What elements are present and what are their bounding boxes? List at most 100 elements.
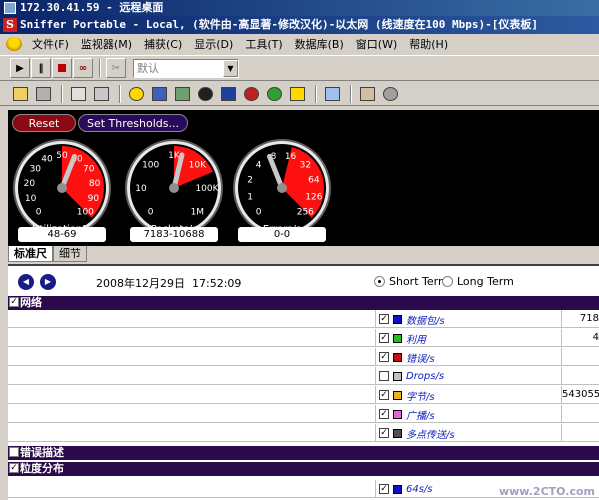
menu-display[interactable]: 显示(D) [188, 36, 239, 52]
gauge-tick-label: 16 [285, 152, 297, 162]
gauge-tick-label: 1M [191, 207, 205, 217]
previous-button[interactable]: ◀ [18, 274, 34, 290]
rdp-title: 172.30.41.59 - 远程桌面 [20, 1, 164, 14]
arrow-right-icon: ▶ [44, 277, 52, 286]
dashboard-icon [129, 86, 144, 101]
global-statistics-icon [267, 86, 282, 101]
metric-value [561, 405, 599, 423]
metric-checkbox[interactable]: ✓ [379, 390, 389, 400]
gauge-tick-label: 4 [256, 161, 262, 171]
binoculars-button[interactable]: ∞ [73, 58, 93, 78]
pause-button[interactable]: ‖ [31, 58, 51, 78]
next-button[interactable]: ▶ [40, 274, 56, 290]
metric-row: ✓ 字节/s 543055 [8, 386, 599, 404]
application-response-icon [198, 86, 213, 101]
application-response-button[interactable] [195, 83, 216, 104]
app-title-bar[interactable]: S Sniffer Portable - Local, (软件由-高显著-修改汉… [0, 16, 599, 34]
menu-window[interactable]: 窗口(W) [350, 36, 403, 52]
metric-color-swatch [393, 333, 402, 343]
metric-checkbox[interactable]: ✓ [379, 409, 389, 419]
pointer-icon [325, 86, 340, 101]
menu-file[interactable]: 文件(F) [26, 36, 75, 52]
network-checkbox[interactable]: ✓ [9, 297, 19, 307]
current-date: 2008年12月29日 17:52:09 [96, 275, 241, 291]
history-button[interactable] [218, 83, 239, 104]
rdp-title-bar[interactable]: 172.30.41.59 - 远程桌面 [0, 0, 599, 16]
metric-legend-cell: ✓ 利用 [375, 329, 561, 347]
toolbar-separator [119, 84, 121, 103]
toolbar-separator [315, 84, 317, 103]
packets-gauge: 0101001K10K100K1MPackets/s [125, 139, 223, 237]
gauge-tick-label: 126 [305, 193, 322, 203]
reset-button[interactable]: Reset [12, 114, 76, 132]
menu-database[interactable]: 数据库(B) [289, 36, 350, 52]
alarm-log-button[interactable] [287, 83, 308, 104]
metric-row: Drops/s [8, 367, 599, 385]
metric-legend-cell: ✓ 多点传送/s [375, 424, 561, 442]
time-value: 17:52:09 [192, 277, 242, 290]
set-thresholds-button[interactable]: Set Thresholds... [78, 114, 188, 132]
host-table-button[interactable] [149, 83, 170, 104]
metric-checkbox[interactable] [379, 371, 389, 381]
no-entry-button[interactable] [380, 83, 401, 104]
protocol-distribution-button[interactable] [241, 83, 262, 104]
sniffer-app-icon[interactable]: S [3, 18, 17, 32]
long-term-label: Long Term [457, 275, 514, 288]
profile-select[interactable]: 默认 ▼ [133, 58, 239, 78]
document-icon[interactable] [6, 37, 22, 51]
profile-select-value: 默认 [137, 62, 159, 75]
tab-standard[interactable]: 标准尺 [8, 246, 53, 262]
stop-button[interactable] [52, 58, 72, 78]
metric-checkbox[interactable]: ✓ [379, 428, 389, 438]
menu-tools[interactable]: 工具(T) [239, 36, 288, 52]
metric-value [561, 367, 599, 385]
metric-label: 多点传送/s [406, 429, 455, 441]
host-table-icon [152, 86, 167, 101]
no-entry-icon [383, 86, 398, 101]
toolbar-separator [99, 59, 101, 77]
global-statistics-button[interactable] [264, 83, 285, 104]
metric-color-swatch [393, 484, 402, 494]
dashboard-button[interactable] [126, 83, 147, 104]
gauge-tick-label: 32 [300, 161, 311, 171]
open-button[interactable] [10, 83, 31, 104]
filter-button[interactable]: ✂ [106, 58, 126, 78]
toolbar-separator [350, 84, 352, 103]
section-error-description[interactable]: 错误描述 [8, 446, 599, 460]
pointer-button[interactable] [322, 83, 343, 104]
matrix-button[interactable] [172, 83, 193, 104]
save-button[interactable] [33, 83, 54, 104]
print-preview-button[interactable] [91, 83, 112, 104]
metric-checkbox[interactable]: ✓ [379, 314, 389, 324]
capture-toolbar: ▶ ‖ ∞ ✂ 默认 ▼ [0, 55, 599, 81]
short-term-radio[interactable]: Short Term [374, 275, 449, 288]
gauge-tick-label: 80 [89, 179, 101, 189]
section-size-distribution[interactable]: ✓ 粒度分布 [8, 462, 599, 476]
address-book-button[interactable] [357, 83, 378, 104]
radio-unselected-icon [442, 276, 453, 287]
metric-color-swatch [393, 314, 402, 324]
address-book-icon [360, 86, 375, 101]
metric-checkbox[interactable]: ✓ [379, 352, 389, 362]
error-description-checkbox[interactable] [9, 447, 19, 457]
metric-checkbox[interactable]: ✓ [379, 484, 389, 494]
play-button[interactable]: ▶ [10, 58, 30, 78]
menu-help[interactable]: 帮助(H) [403, 36, 454, 52]
size-distribution-checkbox[interactable]: ✓ [9, 463, 19, 473]
chevron-down-icon[interactable]: ▼ [223, 59, 238, 77]
errors-readout: 0-0 [238, 227, 326, 242]
metric-checkbox[interactable]: ✓ [379, 333, 389, 343]
menu-monitor[interactable]: 监视器(M) [75, 36, 138, 52]
metric-legend-cell: ✓ 字节/s [375, 386, 561, 404]
gauge-tick-label: 10 [25, 194, 37, 204]
filter-icon: ✂ [111, 62, 121, 74]
section-network[interactable]: ✓ 网络 [8, 296, 599, 310]
tab-detail[interactable]: 细节 [53, 246, 87, 262]
packets-readout: 7183-10688 [130, 227, 218, 242]
gauge-tick-label: 2 [247, 175, 253, 185]
metric-value: 718 [561, 310, 599, 328]
print-button[interactable] [68, 83, 89, 104]
menu-capture[interactable]: 捕获(C) [138, 36, 188, 52]
long-term-radio[interactable]: Long Term [442, 275, 514, 288]
metric-label: 字节/s [406, 391, 435, 403]
